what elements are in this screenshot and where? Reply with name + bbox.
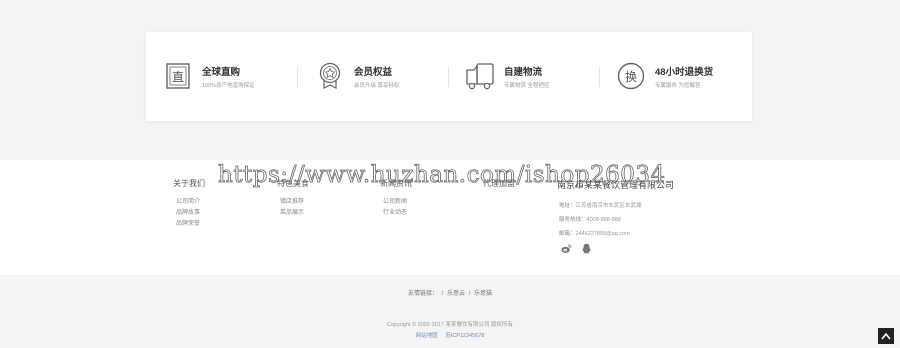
company-email: 邮箱：2446227858@qq.com bbox=[559, 229, 630, 237]
feature-title: 会员权益 bbox=[354, 67, 393, 78]
zhi-stamp-icon: 直 bbox=[166, 63, 190, 89]
phone-value: 4008-888-888 bbox=[586, 217, 621, 223]
friend-links-label: 友情链接： bbox=[407, 291, 438, 297]
sitemap-link[interactable]: 网站地图 bbox=[416, 333, 438, 339]
address-label: 地址： bbox=[559, 203, 576, 209]
truck-icon bbox=[466, 63, 494, 90]
footer-link[interactable]: 品牌荣誉 bbox=[176, 218, 200, 227]
feature-subtitle: 专属物流 全程把控 bbox=[504, 83, 550, 89]
svg-text:直: 直 bbox=[172, 70, 184, 84]
footer-link[interactable]: 镇店推荐 bbox=[280, 196, 304, 205]
back-to-top-button[interactable] bbox=[878, 328, 894, 344]
feature-subtitle: 100%原产地直购保证 bbox=[202, 83, 255, 89]
exchange-icon: 换 bbox=[617, 62, 645, 90]
email-label: 邮箱： bbox=[559, 231, 576, 237]
friend-link[interactable]: 乐意猫 bbox=[474, 291, 492, 297]
chevron-up-icon bbox=[881, 332, 891, 340]
medal-icon bbox=[319, 62, 341, 89]
feature-title: 自建物流 bbox=[504, 67, 543, 78]
footer-link[interactable]: 行业动态 bbox=[383, 207, 407, 216]
copyright: Copyright © 2002-2017 某某餐饮有限公司 版权所有 bbox=[386, 322, 513, 328]
bottom-links: 网站地图 苏ICP12345678 bbox=[0, 331, 900, 339]
footer-link[interactable]: 公司简介 bbox=[176, 196, 200, 205]
friend-link[interactable]: 乐意云 bbox=[447, 291, 465, 297]
feature-subtitle: 会员升级 尊享特权 bbox=[354, 83, 400, 89]
footer-link[interactable]: 公司新闻 bbox=[383, 196, 407, 205]
email-value: 2446227858@qq.com bbox=[575, 231, 630, 237]
divider bbox=[599, 67, 600, 87]
company-address: 地址：江苏省南京市玄武区玄武湖 bbox=[559, 201, 642, 209]
qq-icon[interactable] bbox=[581, 243, 592, 254]
divider bbox=[297, 67, 298, 87]
icp-link[interactable]: 苏ICP12345678 bbox=[445, 333, 484, 339]
svg-text:换: 换 bbox=[625, 70, 637, 84]
footer-link[interactable]: 菜品展示 bbox=[280, 207, 304, 216]
divider bbox=[448, 67, 449, 87]
feature-subtitle: 专属服务 为您解答 bbox=[655, 83, 701, 89]
feature-title: 48小时退换货 bbox=[655, 67, 714, 78]
feature-title: 全球直购 bbox=[202, 67, 241, 78]
friend-link-separator: / bbox=[468, 291, 471, 297]
phone-label: 服务热线： bbox=[559, 217, 587, 223]
footer-heading-about[interactable]: 关于我们 bbox=[173, 178, 205, 189]
friend-links: 友情链接： / 乐意云 / 乐意猫 bbox=[0, 288, 900, 297]
address-value: 江苏省南京市玄武区玄武湖 bbox=[575, 203, 642, 209]
weibo-icon[interactable] bbox=[561, 243, 572, 254]
watermark-url: https://www.huzhan.com/ishop26034 bbox=[218, 162, 666, 189]
company-phone: 服务热线：4008-888-888 bbox=[559, 215, 621, 223]
features-card: 直 全球直购 100%原产地直购保证 会员权益 会员升级 尊享特权 自建物流 专… bbox=[146, 32, 752, 121]
friend-link-separator: / bbox=[441, 291, 444, 297]
footer-link[interactable]: 品牌故事 bbox=[176, 207, 200, 216]
